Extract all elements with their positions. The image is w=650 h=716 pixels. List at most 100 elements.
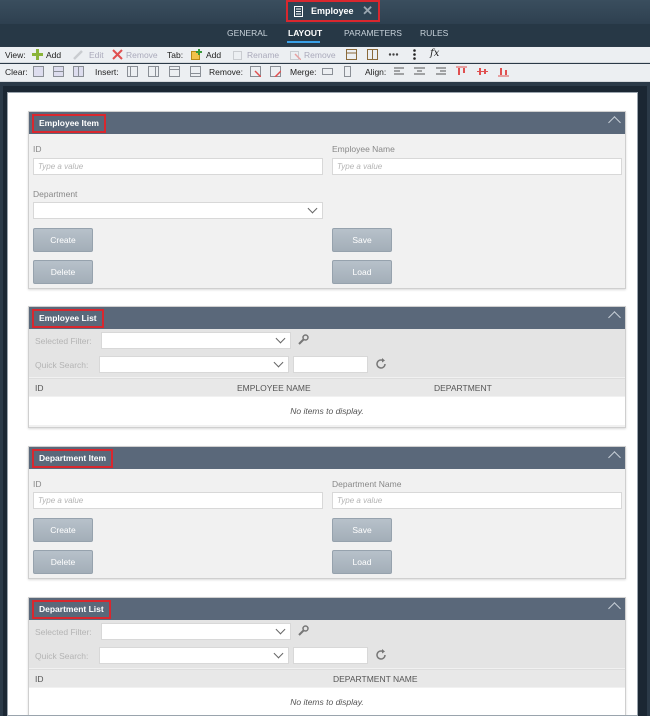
- pencil-icon[interactable]: [73, 49, 84, 60]
- id-input[interactable]: Type a value: [33, 492, 323, 509]
- align-bottom-icon[interactable]: [498, 66, 509, 77]
- design-canvas: Employee Item ID Type a value Employee N…: [7, 92, 638, 716]
- clear-label: Clear:: [5, 67, 28, 77]
- active-tab-indicator: [287, 41, 320, 43]
- clear-cell-icon[interactable]: [33, 66, 44, 77]
- document-tab[interactable]: Employee ✕: [286, 0, 380, 22]
- department-select[interactable]: [33, 202, 323, 219]
- panel-title: Department Item: [32, 449, 114, 468]
- table-icon[interactable]: [346, 49, 357, 60]
- document-tab-title: Employee: [311, 6, 354, 16]
- align-right-icon[interactable]: [435, 66, 446, 77]
- employee-name-input[interactable]: Type a value: [332, 158, 622, 175]
- quick-search-label: Quick Search:: [35, 651, 89, 661]
- remove-row-icon[interactable]: [270, 66, 281, 77]
- employee-name-label: Employee Name: [332, 144, 395, 154]
- tab-parameters[interactable]: PARAMETERS: [344, 28, 402, 38]
- table-header: ID EMPLOYEE NAME DEPARTMENT: [29, 378, 625, 396]
- panel-title: Employee List: [32, 309, 104, 328]
- panel-title: Employee Item: [32, 114, 106, 133]
- save-button[interactable]: Save: [332, 518, 392, 542]
- chevron-down-icon: [275, 333, 286, 344]
- align-top-icon[interactable]: [456, 66, 467, 77]
- create-button[interactable]: Create: [33, 518, 93, 542]
- save-button[interactable]: Save: [332, 228, 392, 252]
- view-edit-button[interactable]: Edit: [89, 50, 104, 60]
- clear-column-icon[interactable]: [73, 66, 84, 77]
- collapse-icon[interactable]: [608, 116, 621, 129]
- column-header-id[interactable]: ID: [35, 674, 44, 684]
- quick-search-input[interactable]: [293, 356, 368, 373]
- tab-general[interactable]: GENERAL: [227, 28, 268, 38]
- load-button[interactable]: Load: [332, 260, 392, 284]
- collapse-icon[interactable]: [608, 602, 621, 615]
- quick-search-input[interactable]: [293, 647, 368, 664]
- create-button[interactable]: Create: [33, 228, 93, 252]
- toolbar-layout: Clear: Insert: Remove: Merge: Align:: [0, 64, 650, 82]
- insert-row-below-icon[interactable]: [190, 66, 201, 77]
- empty-list-message: No items to display.: [29, 688, 625, 715]
- add-icon[interactable]: [32, 49, 43, 60]
- insert-row-above-icon[interactable]: [169, 66, 180, 77]
- department-list-panel: Department List Selected Filter: Quick S…: [28, 597, 626, 715]
- column-header-employee-name[interactable]: EMPLOYEE NAME: [237, 383, 311, 393]
- department-label: Department: [33, 189, 78, 199]
- insert-column-right-icon[interactable]: [148, 66, 159, 77]
- view-remove-button[interactable]: Remove: [126, 50, 158, 60]
- selected-filter-select[interactable]: [101, 332, 291, 349]
- delete-button[interactable]: Delete: [33, 550, 93, 574]
- view-add-button[interactable]: Add: [46, 50, 61, 60]
- load-button[interactable]: Load: [332, 550, 392, 574]
- tab-rules[interactable]: RULES: [420, 28, 448, 38]
- table-header: ID DEPARTMENT NAME: [29, 669, 625, 687]
- merge-horizontal-icon[interactable]: [322, 66, 333, 77]
- selected-filter-select[interactable]: [101, 623, 291, 640]
- tab-add-icon[interactable]: [191, 49, 202, 60]
- tab-layout[interactable]: LAYOUT: [288, 28, 322, 38]
- remove-icon[interactable]: [112, 49, 123, 60]
- selected-filter-label: Selected Filter:: [35, 336, 92, 346]
- insert-column-left-icon[interactable]: [127, 66, 138, 77]
- search-row: Quick Search:: [29, 644, 625, 668]
- tab-remove-icon[interactable]: [290, 49, 301, 60]
- align-center-icon[interactable]: [414, 66, 425, 77]
- tab-rename-button[interactable]: Rename: [247, 50, 279, 60]
- department-name-input[interactable]: Type a value: [332, 492, 622, 509]
- insert-label: Insert:: [95, 67, 119, 77]
- grid-icon[interactable]: [367, 49, 378, 60]
- refresh-icon[interactable]: [375, 358, 387, 370]
- align-left-icon[interactable]: [394, 66, 405, 77]
- tab-rename-icon[interactable]: [233, 49, 244, 60]
- employee-item-panel: Employee Item ID Type a value Employee N…: [28, 111, 626, 289]
- chevron-down-icon: [273, 648, 284, 659]
- panel-header: Department List: [29, 598, 625, 620]
- filter-row: Selected Filter:: [29, 329, 625, 353]
- column-header-department[interactable]: DEPARTMENT: [434, 383, 492, 393]
- id-label: ID: [33, 144, 42, 154]
- column-header-id[interactable]: ID: [35, 383, 44, 393]
- tab-remove-button[interactable]: Remove: [304, 50, 336, 60]
- refresh-icon[interactable]: [375, 649, 387, 661]
- filter-row: Selected Filter:: [29, 620, 625, 644]
- quick-search-select[interactable]: [99, 356, 289, 373]
- form-icon: [294, 5, 303, 17]
- wrench-icon[interactable]: [297, 334, 309, 346]
- function-icon[interactable]: fx: [430, 48, 439, 59]
- tab-label: Tab:: [167, 50, 184, 60]
- collapse-icon[interactable]: [608, 451, 621, 464]
- wrench-icon[interactable]: [297, 625, 309, 637]
- clear-row-icon[interactable]: [53, 66, 64, 77]
- column-header-department-name[interactable]: DEPARTMENT NAME: [333, 674, 418, 684]
- chevron-down-icon: [273, 357, 284, 368]
- id-input[interactable]: Type a value: [33, 158, 323, 175]
- align-middle-icon[interactable]: [477, 66, 488, 77]
- merge-vertical-icon[interactable]: [342, 66, 353, 77]
- more-vertical-icon[interactable]: [409, 49, 420, 60]
- remove-column-icon[interactable]: [250, 66, 261, 77]
- close-icon[interactable]: ✕: [362, 3, 373, 19]
- more-horizontal-icon[interactable]: [388, 49, 399, 60]
- tab-add-button[interactable]: Add: [206, 50, 221, 60]
- collapse-icon[interactable]: [608, 311, 621, 324]
- delete-button[interactable]: Delete: [33, 260, 93, 284]
- quick-search-select[interactable]: [99, 647, 289, 664]
